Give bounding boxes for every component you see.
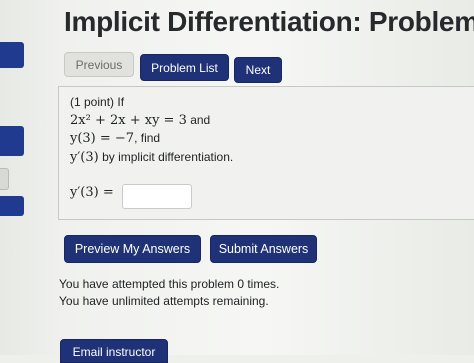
problem-statement-line: 2x² + 2x + xy = 3 and [70, 113, 210, 128]
sidebar-link[interactable] [0, 42, 24, 68]
remaining-attempts-text: You have unlimited attempts remaining. [59, 294, 269, 308]
initial-condition: y(3) = −7 [70, 131, 135, 146]
submit-answers-button[interactable]: Submit Answers [210, 235, 317, 263]
answer-input[interactable] [122, 184, 192, 209]
equation: 2x² + 2x + xy = 3 [70, 113, 187, 128]
problem-list-button[interactable]: Problem List [140, 54, 229, 81]
sidebar-tab[interactable] [0, 168, 9, 190]
answer-label: y′(3) = [70, 185, 114, 200]
condition-line: y(3) = −7, find [70, 131, 160, 146]
attempts-text: You have attempted this problem 0 times. [59, 277, 280, 291]
target-expression: y′(3) [70, 150, 99, 165]
email-instructor-button[interactable]: Email instructor [60, 339, 168, 363]
previous-button[interactable]: Previous [64, 52, 134, 77]
sidebar-link[interactable] [0, 196, 24, 216]
and-text: and [190, 113, 211, 127]
page-title: Implicit Differentiation: Problem [64, 6, 474, 37]
find-text: , find [134, 131, 161, 145]
problem-panel: (1 point) If 2x² + 2x + xy = 3 and y(3) … [58, 86, 474, 220]
target-line: y′(3) by implicit differentiation. [70, 150, 233, 165]
next-button[interactable]: Next [234, 57, 282, 83]
problem-intro: (1 point) If [70, 95, 125, 109]
preview-answers-button[interactable]: Preview My Answers [64, 235, 201, 263]
method-text: by implicit differentiation. [102, 150, 234, 164]
sidebar-link[interactable] [0, 126, 24, 156]
